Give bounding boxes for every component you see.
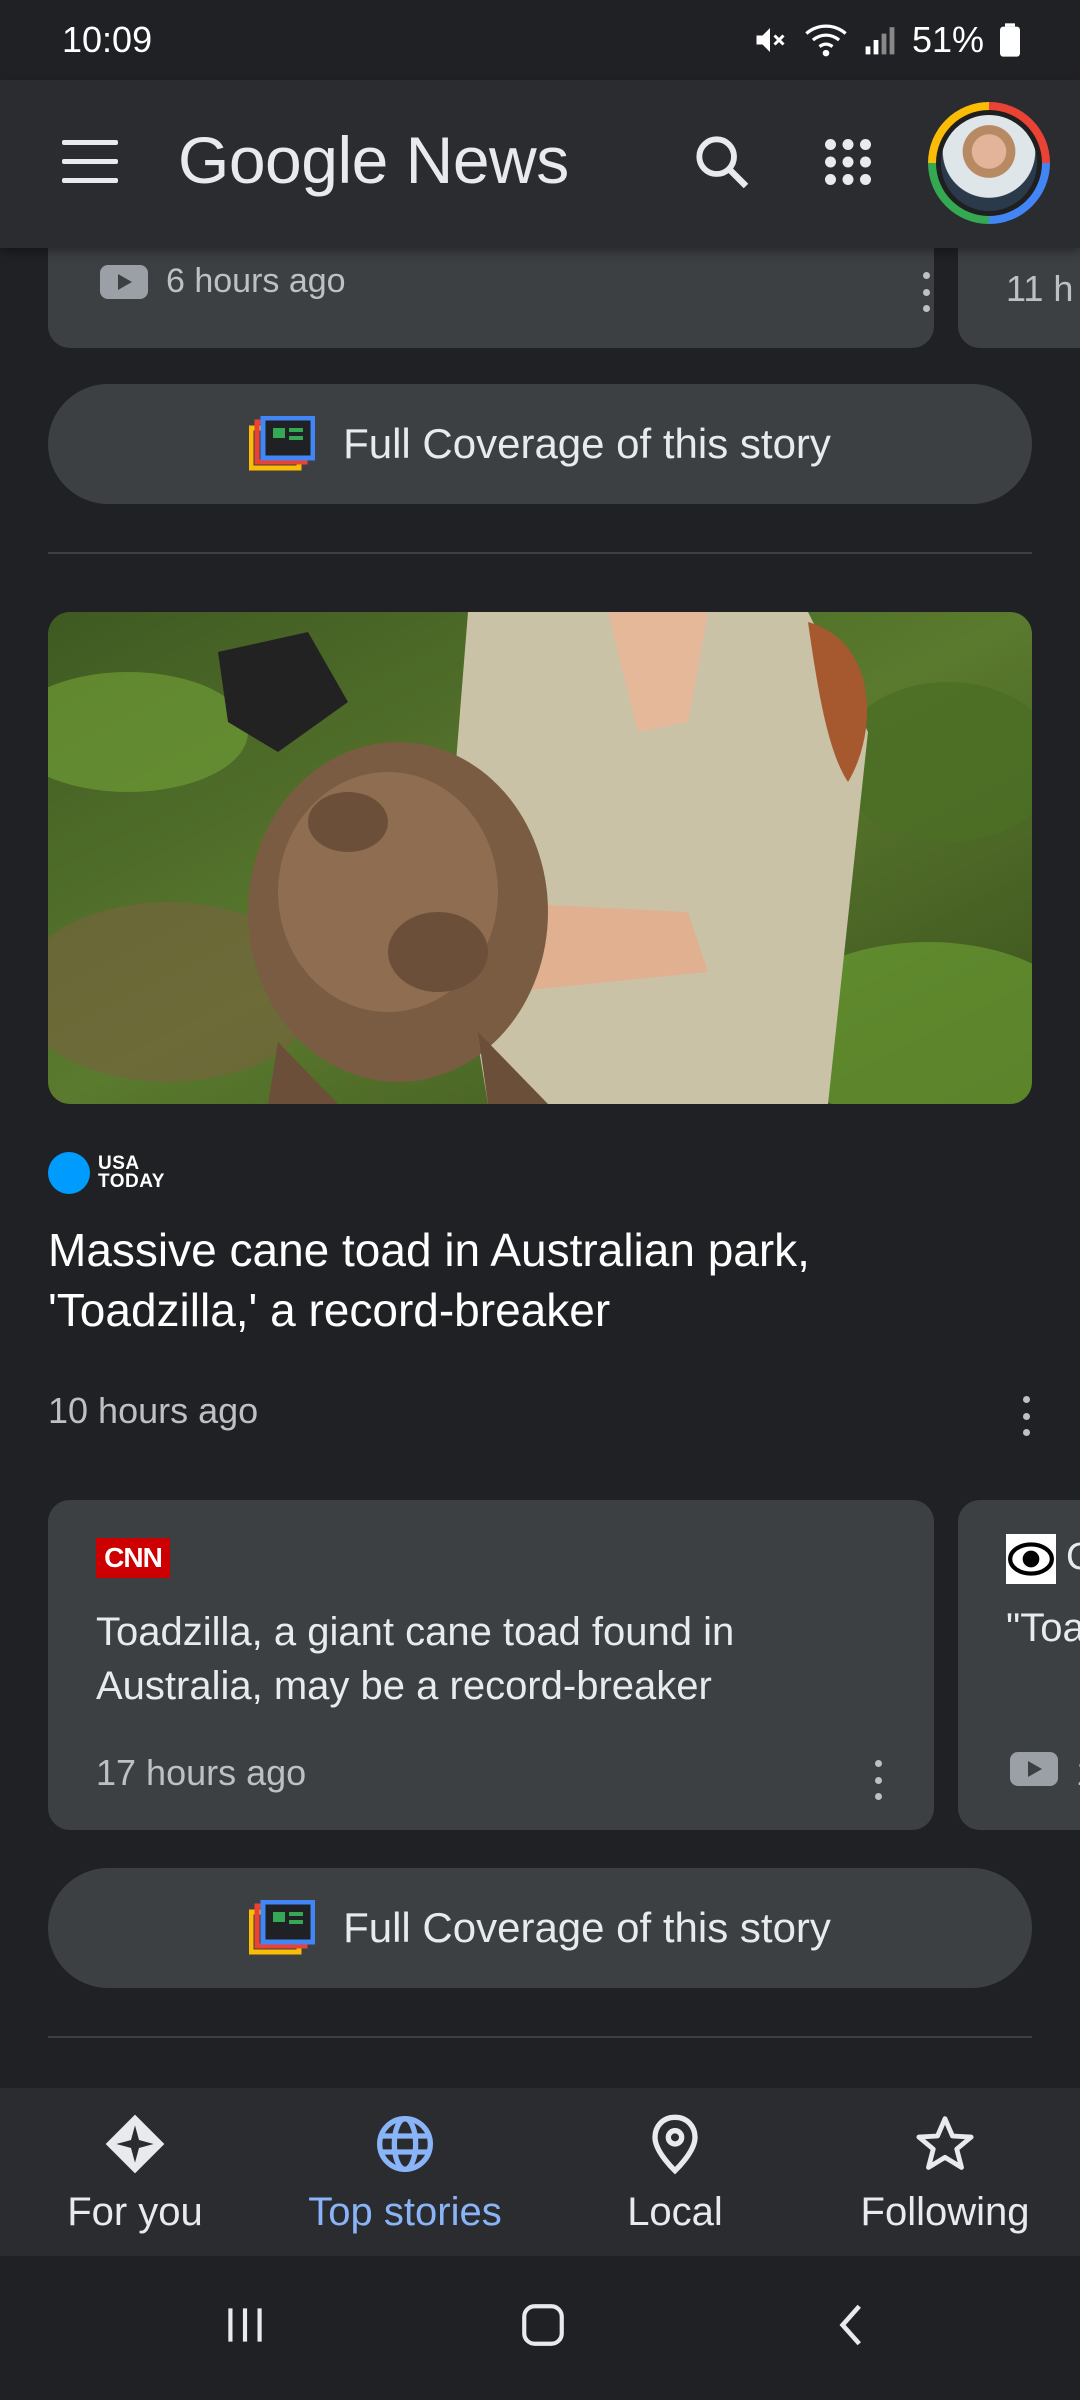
next-card-source: C	[1066, 1536, 1080, 1578]
divider	[48, 552, 1032, 554]
nav-top-stories[interactable]: Top stories	[270, 2088, 540, 2256]
more-options-button[interactable]	[916, 272, 936, 312]
usa-today-logo-icon	[48, 1152, 90, 1194]
search-button[interactable]	[690, 130, 754, 194]
wifi-icon	[805, 24, 847, 57]
status-icons: 51%	[752, 19, 1020, 61]
google-apps-button[interactable]	[818, 132, 878, 192]
story-headline[interactable]: Massive cane toad in Australian park, 'T…	[48, 1220, 1008, 1340]
next-related-card-partial[interactable]: C "Toa 1	[958, 1500, 1080, 1830]
source-name: USA TODAY	[98, 1153, 165, 1192]
home-icon[interactable]	[518, 2300, 568, 2350]
battery-icon	[1000, 23, 1020, 57]
cane-toad-photo	[48, 612, 1032, 1104]
full-coverage-label: Full Coverage of this story	[343, 420, 831, 467]
cbs-logo-icon	[1006, 1534, 1056, 1584]
video-icon	[1010, 1752, 1058, 1786]
card-time: 6 hours ago	[166, 262, 346, 300]
next-card-title: "Toa	[1006, 1606, 1080, 1650]
nav-following[interactable]: Following	[810, 2088, 1080, 2256]
location-pin-icon	[652, 2114, 698, 2175]
mute-icon	[756, 28, 785, 52]
full-coverage-button[interactable]: Full Coverage of this story	[48, 384, 1032, 504]
account-avatar-button[interactable]	[928, 102, 1050, 224]
full-coverage-label: Full Coverage of this story	[343, 1904, 831, 1951]
nav-label: Following	[860, 2190, 1030, 2234]
globe-icon	[377, 2116, 433, 2172]
story-time: 10 hours ago	[48, 1390, 259, 1431]
app-bar: Google News	[0, 80, 1080, 248]
menu-button[interactable]	[62, 140, 118, 184]
full-coverage-icon	[249, 1900, 316, 1955]
back-icon[interactable]	[828, 2300, 878, 2350]
related-story-title: Toadzilla, a giant cane toad found in Au…	[96, 1610, 735, 1708]
status-bar: 10:09 51%	[0, 0, 1080, 80]
nav-for-you[interactable]: For you	[0, 2088, 270, 2256]
nav-label: For you	[67, 2190, 203, 2234]
related-story-time: 17 hours ago	[96, 1752, 307, 1793]
bottom-navigation: For you Top stories Local Following	[0, 2088, 1080, 2256]
recent-apps-icon[interactable]	[220, 2300, 270, 2350]
signal-icon	[865, 27, 895, 55]
nav-label: Top stories	[308, 2190, 502, 2234]
battery-percent: 51%	[911, 19, 984, 60]
related-more-options-button[interactable]	[868, 1760, 888, 1800]
status-time: 10:09	[62, 19, 153, 60]
nav-local[interactable]: Local	[540, 2088, 810, 2256]
star-icon	[916, 2116, 974, 2170]
full-coverage-button[interactable]: Full Coverage of this story	[48, 1868, 1032, 1988]
cnn-logo: CNN	[96, 1538, 170, 1578]
related-story-card[interactable]: CNN Toadzilla, a giant cane toad found i…	[48, 1500, 934, 1830]
video-icon	[100, 264, 148, 299]
story-more-options-button[interactable]	[1016, 1396, 1036, 1436]
next-card-time: 11 h	[1006, 268, 1074, 309]
search-icon	[696, 136, 749, 189]
nav-label: Local	[627, 2190, 723, 2234]
apps-grid-icon	[825, 139, 871, 185]
full-coverage-icon	[249, 416, 316, 471]
source-usa-today[interactable]: USA TODAY	[48, 1152, 165, 1194]
app-title: Google News	[178, 123, 569, 197]
system-navigation-bar	[0, 2256, 1080, 2400]
next-card-time: 1	[1076, 1752, 1080, 1794]
avatar	[941, 115, 1037, 211]
for-you-icon	[105, 2114, 165, 2174]
divider	[48, 2036, 1032, 2038]
card-meta: 6 hours ago	[100, 262, 346, 301]
story-image[interactable]	[48, 612, 1032, 1104]
